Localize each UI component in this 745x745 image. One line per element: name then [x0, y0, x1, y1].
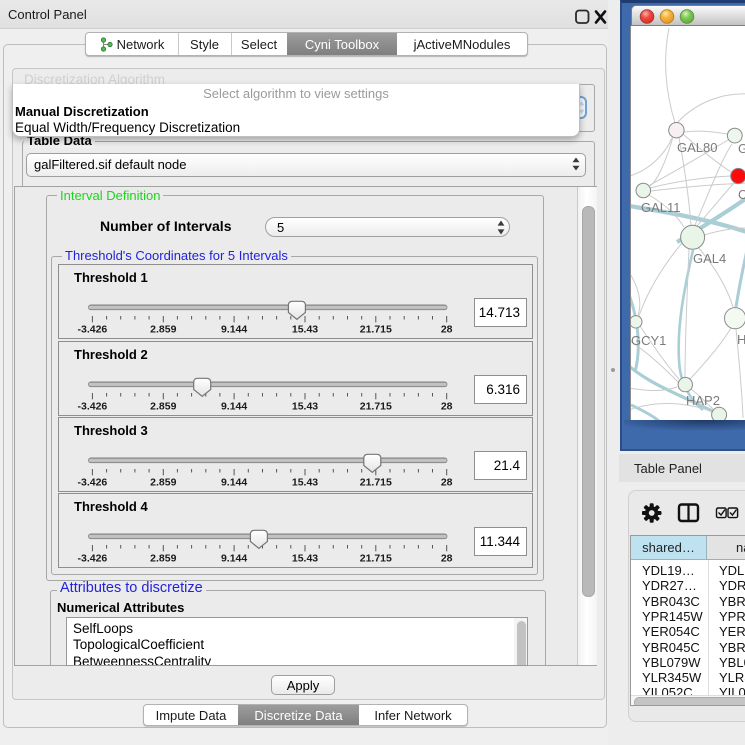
svg-text:2.859: 2.859 [150, 477, 176, 489]
svg-text:15.43: 15.43 [292, 553, 318, 565]
svg-text:28: 28 [441, 553, 453, 565]
svg-text:C: C [738, 187, 745, 202]
svg-text:GCY1: GCY1 [631, 333, 666, 348]
svg-text:9.144: 9.144 [221, 477, 247, 489]
svg-text:2.859: 2.859 [150, 324, 176, 336]
svg-text:28: 28 [441, 401, 453, 413]
svg-text:-3.426: -3.426 [78, 553, 108, 565]
svg-text:21.715: 21.715 [360, 477, 392, 489]
svg-text:28: 28 [441, 324, 453, 336]
svg-text:15.43: 15.43 [292, 477, 318, 489]
svg-text:9.144: 9.144 [221, 324, 247, 336]
svg-text:2.859: 2.859 [150, 401, 176, 413]
svg-text:-3.426: -3.426 [78, 477, 108, 489]
svg-text:GAL80: GAL80 [677, 140, 717, 155]
svg-text:GAL4: GAL4 [693, 251, 726, 266]
svg-text:9.144: 9.144 [221, 401, 247, 413]
svg-text:21.715: 21.715 [360, 553, 392, 565]
svg-text:GA: GA [738, 141, 745, 156]
svg-text:HAP2: HAP2 [686, 393, 720, 408]
svg-text:15.43: 15.43 [292, 401, 318, 413]
svg-text:2.859: 2.859 [150, 553, 176, 565]
svg-text:21.715: 21.715 [360, 324, 392, 336]
svg-text:15.43: 15.43 [292, 324, 318, 336]
svg-text:GAL11: GAL11 [641, 200, 681, 215]
svg-text:28: 28 [441, 477, 453, 489]
svg-text:-3.426: -3.426 [78, 401, 108, 413]
svg-text:-3.426: -3.426 [78, 324, 108, 336]
svg-text:21.715: 21.715 [360, 401, 392, 413]
svg-text:9.144: 9.144 [221, 553, 247, 565]
svg-text:H: H [737, 332, 745, 347]
